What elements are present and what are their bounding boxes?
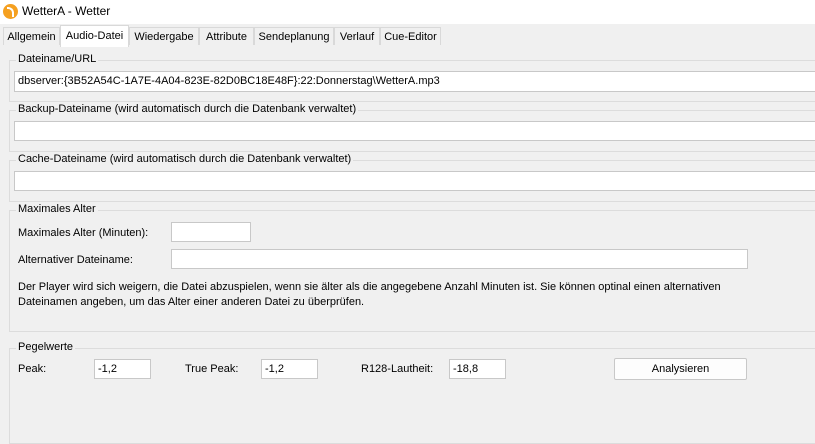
true-peak-label: True Peak: <box>185 363 239 375</box>
title-bar: WetterA - Wetter <box>0 0 815 24</box>
peak-label: Peak: <box>18 363 47 375</box>
window-title: WetterA - Wetter <box>22 4 111 18</box>
peak-input[interactable]: -1,2 <box>94 359 151 379</box>
loudness-input[interactable]: -18,8 <box>449 359 506 379</box>
tab-verlauf[interactable]: Verlauf <box>334 27 380 45</box>
levels-group-label: Pegelwerte <box>16 341 76 353</box>
filename-group-label: Dateiname/URL <box>16 53 99 65</box>
max-age-minutes-input[interactable] <box>171 222 251 242</box>
tab-audio-datei[interactable]: Audio-Datei <box>60 25 129 47</box>
backup-group-label: Backup-Dateiname (wird automatisch durch… <box>16 103 359 115</box>
audio-file-panel: Dateiname/URL dbserver:{3B52A54C-1A7E-4A… <box>0 46 815 444</box>
true-peak-input[interactable]: -1,2 <box>261 359 318 379</box>
alt-filename-input[interactable] <box>171 249 748 269</box>
backup-filename-field[interactable] <box>14 121 815 141</box>
cache-group-label: Cache-Dateiname (wird automatisch durch … <box>16 153 354 165</box>
tab-sendeplanung[interactable]: Sendeplanung <box>254 27 334 45</box>
loudness-label: R128-Lautheit: <box>361 363 434 375</box>
tab-allgemein[interactable]: Allgemein <box>3 27 60 45</box>
max-age-description: Der Player wird sich weigern, die Datei … <box>18 280 808 310</box>
tab-cue-editor[interactable]: Cue-Editor <box>380 27 441 45</box>
max-age-description-line-2: Dateinamen angeben, um das Alter einer a… <box>18 296 365 308</box>
analyze-button[interactable]: Analysieren <box>614 358 747 380</box>
tab-wiedergabe[interactable]: Wiedergabe <box>129 27 199 45</box>
app-logo-icon <box>3 4 18 19</box>
max-age-group-label: Maximales Alter <box>16 203 98 215</box>
cache-filename-field[interactable] <box>14 171 815 191</box>
max-age-minutes-label: Maximales Alter (Minuten): <box>18 227 149 239</box>
filename-field[interactable]: dbserver:{3B52A54C-1A7E-4A04-823E-82D0BC… <box>14 71 815 92</box>
tab-attribute[interactable]: Attribute <box>199 27 254 45</box>
alt-filename-label: Alternativer Dateiname: <box>18 254 133 266</box>
max-age-description-line-1: Der Player wird sich weigern, die Datei … <box>18 281 721 293</box>
tab-bar: Allgemein Audio-Datei Wiedergabe Attribu… <box>0 24 815 47</box>
